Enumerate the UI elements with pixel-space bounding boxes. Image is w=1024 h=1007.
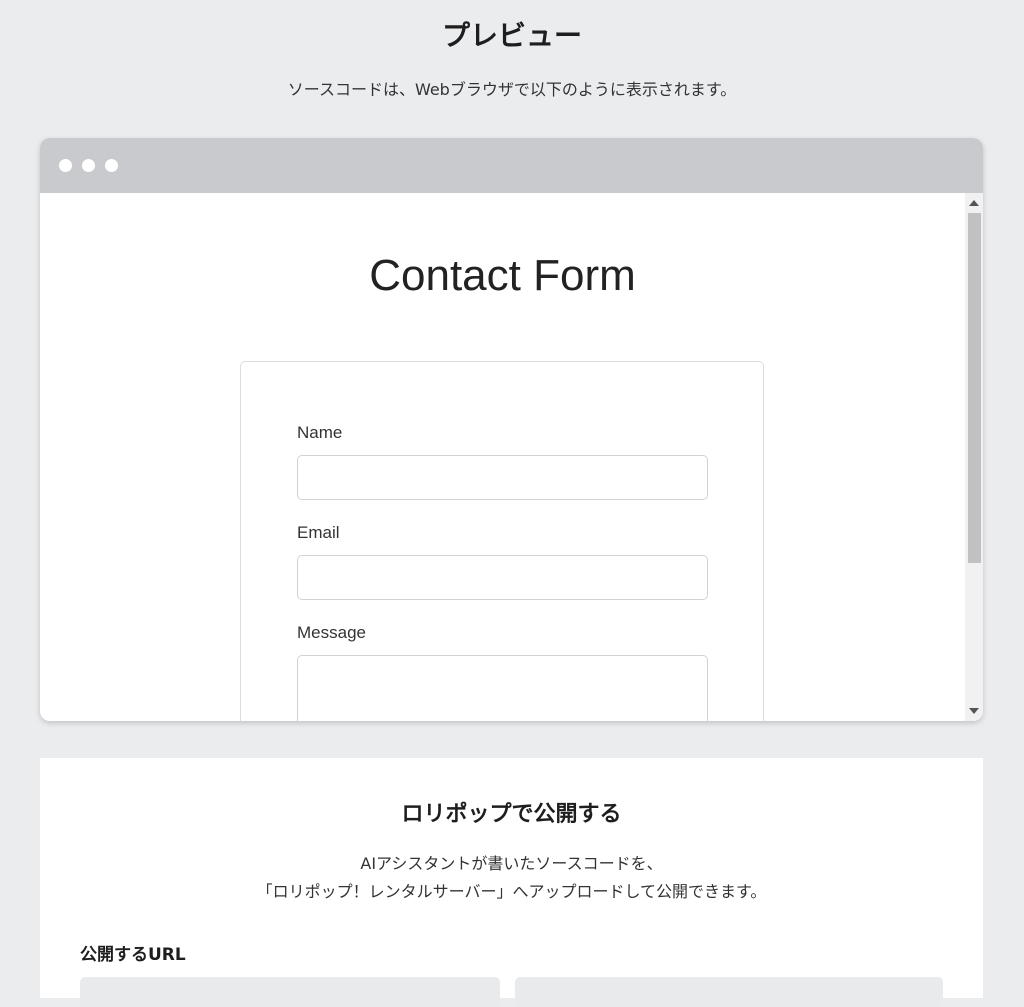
publish-url-label: 公開するURL (80, 945, 186, 965)
scroll-down-arrow-icon[interactable] (969, 708, 979, 714)
publish-description-line: AIアシスタントが書いたソースコードを、 (360, 854, 663, 873)
name-input[interactable] (297, 455, 708, 500)
url-subdomain-input[interactable] (80, 977, 500, 1007)
scrollbar-thumb[interactable] (968, 213, 981, 563)
vertical-scrollbar[interactable] (965, 193, 983, 721)
publish-description: AIアシスタントが書いたソースコードを、 「ロリポップ！レンタルサーバー」へアッ… (40, 850, 983, 906)
publish-description-line: 「ロリポップ！レンタルサーバー」へアップロードして公開できます。 (256, 882, 767, 901)
email-input[interactable] (297, 555, 708, 600)
message-label: Message (297, 623, 366, 642)
email-label: Email (297, 523, 340, 542)
scroll-up-arrow-icon[interactable] (969, 200, 979, 206)
browser-viewport[interactable]: Contact Form Name Email Message (40, 193, 983, 721)
name-label: Name (297, 423, 343, 442)
publish-section: ロリポップで公開する AIアシスタントが書いたソースコードを、 「ロリポップ！レ… (40, 758, 983, 1007)
browser-title-bar (40, 138, 983, 193)
page-title: プレビュー (441, 19, 582, 52)
browser-preview-window: Contact Form Name Email Message (40, 138, 983, 721)
window-dot-icon (105, 159, 118, 172)
publish-title: ロリポップで公開する (401, 802, 622, 827)
window-dot-icon (59, 159, 72, 172)
contact-form-card: Name Email Message (240, 361, 764, 721)
page-subtitle: ソースコードは、Webブラウザで以下のように表示されます。 (287, 80, 737, 99)
url-domain-select[interactable] (515, 977, 943, 1007)
window-dot-icon (82, 159, 95, 172)
message-textarea[interactable] (297, 655, 708, 721)
contact-form-title: Contact Form (369, 251, 636, 300)
